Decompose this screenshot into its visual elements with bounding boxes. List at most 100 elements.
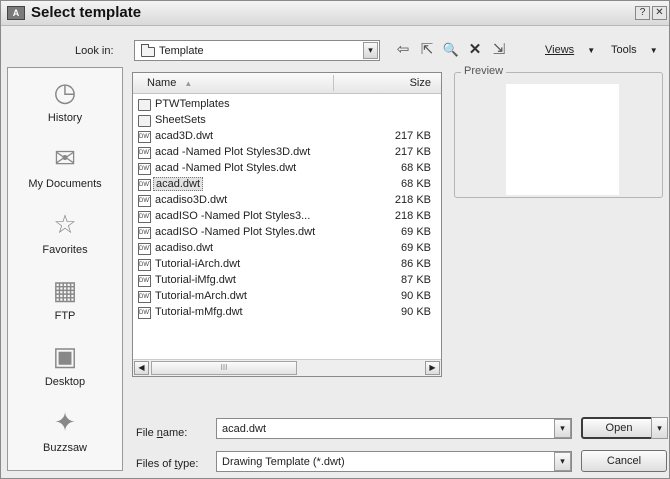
file-type-label-part: ype:	[177, 458, 199, 470]
preview-image	[506, 84, 619, 195]
tools-menu[interactable]: Tools ▼	[611, 44, 658, 56]
dwt-file-icon: DWT	[138, 307, 151, 319]
file-list[interactable]: Name ▲ Size PTWTemplates SheetSets DWT acad3…	[132, 72, 442, 377]
scroll-right-button[interactable]: ▶	[425, 361, 440, 375]
help-button[interactable]: ?	[635, 6, 650, 20]
dwt-file-icon: DWT	[138, 227, 151, 239]
file-row[interactable]: DWT Tutorial-mMfg.dwt 90 KB	[133, 305, 441, 321]
folder-row[interactable]: SheetSets	[133, 113, 441, 129]
look-in-label: Look in:	[75, 45, 114, 57]
file-size-cell: 218 KB	[394, 194, 431, 206]
file-name-cell: acadiso3D.dwt	[155, 194, 228, 206]
file-row[interactable]: DWT acad -Named Plot Styles3D.dwt 217 KB	[133, 145, 441, 161]
column-header-name[interactable]: Name ▲	[147, 77, 192, 89]
ftp-icon: ▦	[52, 275, 78, 305]
file-type-select[interactable]: Drawing Template (*.dwt)	[216, 451, 572, 472]
place-label: Buzzsaw	[42, 442, 88, 454]
file-name-cell: acadISO -Named Plot Styles3...	[155, 210, 311, 222]
file-row[interactable]: DWT acad -Named Plot Styles.dwt 68 KB	[133, 161, 441, 177]
file-row[interactable]: DWT Tutorial-iMfg.dwt 87 KB	[133, 273, 441, 289]
dwt-file-icon: DWT	[138, 131, 151, 143]
favorites-icon: ☆	[53, 209, 77, 239]
file-name-input[interactable]: acad.dwt	[216, 418, 572, 439]
open-options-arrow[interactable]: ▾	[651, 417, 668, 439]
preview-label: Preview	[461, 65, 507, 77]
file-size-cell: 87 KB	[401, 274, 431, 286]
column-divider[interactable]	[333, 75, 334, 91]
file-list-header: Name ▲ Size	[133, 73, 441, 94]
place-ftp[interactable]: ▦ FTP	[8, 270, 122, 334]
back-icon[interactable]: ⇦	[393, 41, 413, 59]
open-button[interactable]: Open	[581, 417, 657, 439]
new-folder-icon[interactable]: ⇲	[489, 41, 509, 59]
place-favorites[interactable]: ☆ Favorites	[8, 204, 122, 268]
place-label: Favorites	[42, 244, 88, 256]
tools-label: Tools	[611, 44, 637, 56]
scroll-thumb[interactable]: III	[151, 361, 297, 375]
file-size-cell: 68 KB	[401, 178, 431, 190]
tools-caret-icon: ▼	[649, 46, 658, 55]
horizontal-scrollbar[interactable]: ◀ III ▶	[133, 359, 441, 376]
file-type-value: Drawing Template (*.dwt)	[222, 456, 345, 468]
file-name-cell: SheetSets	[155, 114, 206, 126]
look-in-combo[interactable]: Template ▾	[134, 40, 380, 61]
file-name-dropdown-arrow[interactable]: ▾	[554, 419, 571, 438]
file-size-cell: 90 KB	[401, 290, 431, 302]
dwt-file-icon: DWT	[138, 147, 151, 159]
file-type-label: Files of type:	[136, 458, 198, 470]
column-header-size[interactable]: Size	[410, 77, 431, 89]
file-type-dropdown-arrow[interactable]: ▾	[554, 452, 571, 471]
documents-icon: ✉	[54, 143, 76, 173]
dwt-file-icon: DWT	[138, 259, 151, 271]
place-label: History	[47, 112, 83, 124]
folder-row[interactable]: PTWTemplates	[133, 97, 441, 113]
dwt-file-icon: DWT	[138, 243, 151, 255]
file-size-cell: 217 KB	[394, 130, 431, 142]
dwt-file-icon: DWT	[138, 179, 151, 191]
title-bar[interactable]: A Select template ? ✕	[1, 1, 669, 26]
dwt-file-icon: DWT	[138, 211, 151, 223]
place-desktop[interactable]: ▣ Desktop	[8, 336, 122, 400]
file-name-cell: acad.dwt	[153, 177, 204, 191]
views-label: Views	[545, 44, 575, 56]
file-type-label-part: Files of	[136, 458, 175, 470]
look-in-value: Template	[159, 45, 204, 57]
file-row[interactable]: DWT acadISO -Named Plot Styles.dwt 69 KB	[133, 225, 441, 241]
file-row[interactable]: DWT acadiso3D.dwt 218 KB	[133, 193, 441, 209]
up-folder-icon[interactable]: ⇱	[417, 41, 437, 59]
close-button[interactable]: ✕	[652, 6, 667, 20]
file-name-cell: Tutorial-mArch.dwt	[155, 290, 247, 302]
place-buzzsaw[interactable]: ✦ Buzzsaw	[8, 402, 122, 466]
file-name-cell: Tutorial-iArch.dwt	[155, 258, 241, 270]
search-web-icon[interactable]: 🔍	[441, 41, 461, 59]
file-row[interactable]: DWT acadiso.dwt 69 KB	[133, 241, 441, 257]
file-size-cell: 86 KB	[401, 258, 431, 270]
cancel-button[interactable]: Cancel	[581, 450, 667, 472]
place-my-documents[interactable]: ✉ My Documents	[8, 138, 122, 202]
file-name-cell: acad -Named Plot Styles3D.dwt	[155, 146, 311, 158]
file-row[interactable]: DWT Tutorial-iArch.dwt 86 KB	[133, 257, 441, 273]
place-history[interactable]: ◷ History	[8, 72, 122, 136]
folder-icon	[141, 44, 155, 57]
place-label: FTP	[54, 310, 76, 322]
file-name-cell: acadiso.dwt	[155, 242, 214, 254]
scroll-left-button[interactable]: ◀	[134, 361, 149, 375]
file-name-cell: Tutorial-iMfg.dwt	[155, 274, 236, 286]
look-in-dropdown-arrow[interactable]: ▾	[363, 42, 378, 59]
file-row[interactable]: DWT acadISO -Named Plot Styles3... 218 KB	[133, 209, 441, 225]
place-label: My Documents	[28, 178, 102, 190]
file-row[interactable]: DWT acad3D.dwt 217 KB	[133, 129, 441, 145]
file-name-cell: Tutorial-mMfg.dwt	[155, 306, 243, 318]
file-size-cell: 68 KB	[401, 162, 431, 174]
dwt-file-icon: DWT	[138, 291, 151, 303]
views-menu[interactable]: Views ▼	[545, 44, 595, 56]
file-row[interactable]: DWT Tutorial-mArch.dwt 90 KB	[133, 289, 441, 305]
file-name-cell: acadISO -Named Plot Styles.dwt	[155, 226, 316, 238]
file-size-cell: 218 KB	[394, 210, 431, 222]
select-template-dialog: A Select template ? ✕ Look in: Template …	[0, 0, 670, 479]
file-name-value: acad.dwt	[222, 423, 267, 435]
delete-icon[interactable]: ✕	[465, 41, 485, 59]
views-caret-icon: ▼	[587, 46, 596, 55]
file-size-cell: 90 KB	[401, 306, 431, 318]
file-row[interactable]: DWTacad.dwt 68 KB	[133, 177, 441, 193]
